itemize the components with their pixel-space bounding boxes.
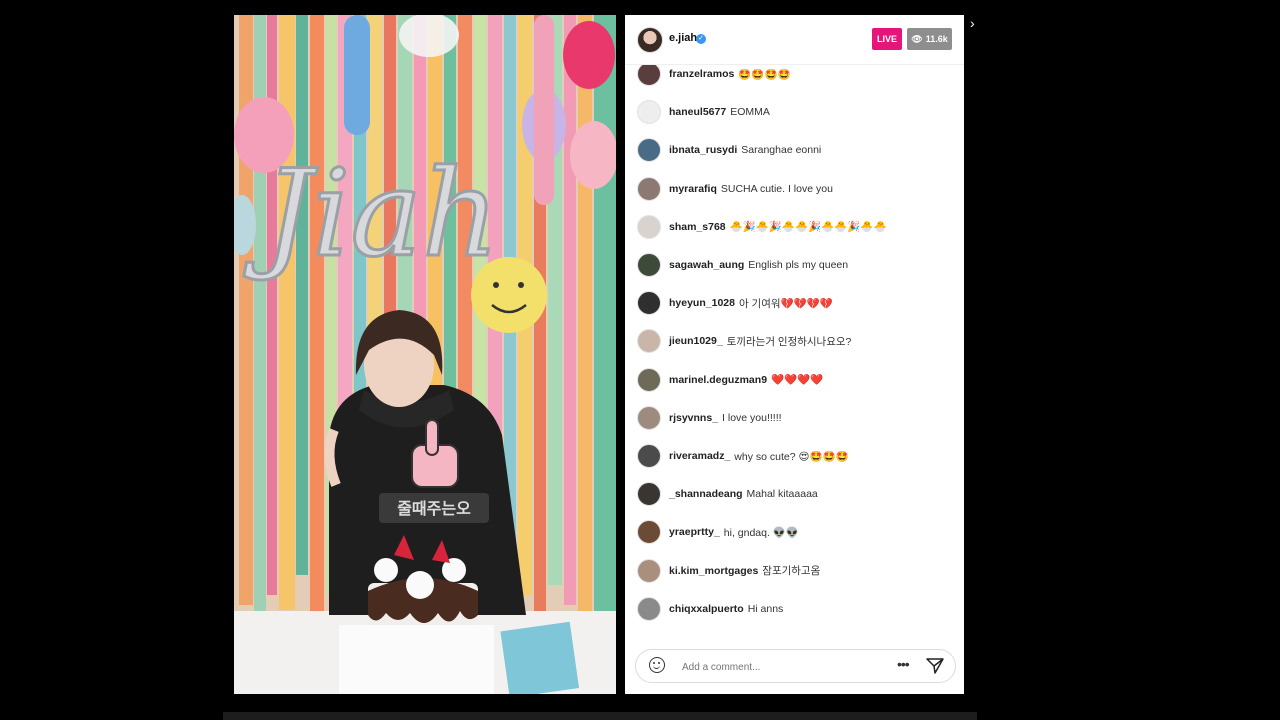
comment-username[interactable]: yraeprtty_ [669,526,720,538]
comment-row: ibnata_rusydi Saranghae eonni [637,138,822,163]
avatar[interactable] [637,367,661,392]
comment-row: _shannadeang Mahal kitaaaaa [637,482,818,507]
comment-text: Saranghae eonni [741,144,822,157]
comment-username[interactable]: haneul5677 [669,106,726,118]
comment-row: sham_s768 🐣🎉🐣🎉🐣🐣🎉🐣🐣🎉🐣🐣 [637,214,887,239]
comment-username[interactable]: chiqxxalpuerto [669,603,744,615]
comment-row: rjsyvnns_ I love you!!!!! [637,405,782,430]
comment-username[interactable]: hyeyun_1028 [669,297,735,309]
comment-bar: ••• [635,649,956,683]
comment-row: myrarafiq SUCHA cutie. I love you [637,176,833,201]
comment-username[interactable]: sagawah_aung [669,259,744,271]
comment-username[interactable]: ibnata_rusydi [669,144,737,156]
comment-text: English pls my queen [748,259,849,271]
comment-username[interactable]: franzelramos [669,68,734,80]
comment-username[interactable]: sham_s768 [669,221,726,233]
avatar[interactable] [637,100,661,125]
viewer-count: 👁 11.6k [907,28,952,50]
emoji-icon[interactable] [649,657,665,673]
comment-username[interactable]: _shannadeang [669,488,743,500]
comment-username[interactable]: jieun1029_ [669,335,723,347]
comment-row: sagawah_aung English pls my queen [637,253,848,277]
video-scene: Jiah 줄때주는오 [234,15,616,694]
comment-text: 아 기여워💔💔💔💔 [738,297,833,310]
comment-row: hyeyun_1028 아 기여워💔💔💔💔 [637,291,833,316]
svg-text:줄때주는오: 줄때주는오 [397,499,471,518]
verified-icon: ✓ [696,34,706,44]
comment-row: riveramadz_ why so cute? 😍🤩🤩🤩 [637,444,849,468]
comment-text: SUCHA cutie. I love you [720,182,833,195]
comment-row: yraeprtty_ hi, gndaq. 👽👽 [637,520,799,545]
comment-text: 토끼라는거 인정하시나요오? [726,335,852,348]
comment-row: chiqxxalpuerto Hi anns [637,596,784,621]
live-video[interactable]: Jiah 줄때주는오 [234,15,616,694]
svg-text:Jiah: Jiah [243,145,499,284]
comment-username[interactable]: myrarafiq [669,183,717,195]
comment-list: franzelramos 🤩🤩🤩🤩 haneul5677 EOMMA ibnata_ru… [625,65,964,635]
comment-username[interactable]: riveramadz_ [669,450,730,462]
comment-text: ❤️❤️❤️❤️ [771,374,824,387]
comment-input[interactable] [680,658,884,676]
balloon-lettering: Jiah [242,144,501,286]
comment-row: marinel.deguzman9 ❤️❤️❤️❤️ [637,367,824,392]
avatar[interactable] [637,253,661,277]
comment-text: 🐣🎉🐣🎉🐣🐣🎉🐣🐣🎉🐣🐣 [729,221,887,234]
eye-icon: 👁 [911,33,923,44]
comment-row: ki.kim_mortgages 잠포기하고옴 [637,558,821,583]
avatar[interactable] [637,520,661,545]
comment-row: haneul5677 EOMMA [637,100,770,125]
bottom-bar [223,712,977,720]
avatar[interactable] [637,214,661,239]
comment-text: hi, gndaq. 👽👽 [723,526,799,539]
comment-row: jieun1029_ 토끼라는거 인정하시나요오? [637,329,852,354]
username[interactable]: e.jiah [669,32,697,44]
comment-text: why so cute? 😍🤩🤩🤩 [734,450,849,463]
comment-text: 🤩🤩🤩🤩 [738,68,791,81]
live-badge: LIVE [872,28,902,50]
avatar[interactable] [637,65,661,86]
avatar[interactable] [637,138,661,163]
avatar[interactable] [637,176,661,201]
comment-text: Mahal kitaaaaa [746,488,818,501]
avatar[interactable] [637,558,661,583]
comment-text: Hi anns [747,602,784,615]
avatar[interactable] [637,482,661,507]
live-chat-panel: e.jiah ✓ LIVE 👁 11.6k franzelramos 🤩🤩🤩🤩 ha… [625,15,964,694]
avatar[interactable] [637,405,661,430]
avatar[interactable] [637,329,661,354]
comment-text: I love you!!!!! [722,411,782,424]
avatar[interactable] [637,596,661,621]
comment-text: 잠포기하고옴 [762,565,821,578]
comment-username[interactable]: rjsyvnns_ [669,412,718,424]
avatar[interactable] [637,291,661,316]
more-options-icon[interactable]: ••• [897,656,910,672]
comment-text: EOMMA [730,106,770,119]
comment-username[interactable]: marinel.deguzman9 [669,374,767,386]
panel-header: e.jiah ✓ LIVE 👁 11.6k [625,15,964,65]
avatar[interactable] [637,27,663,53]
avatar[interactable] [637,444,661,468]
viewer-count-value: 11.6k [925,34,948,44]
comment-username[interactable]: ki.kim_mortgages [669,565,758,577]
send-icon[interactable] [926,657,944,675]
comment-row: franzelramos 🤩🤩🤩🤩 [637,65,791,86]
chevron-right-icon[interactable]: › [970,15,975,31]
